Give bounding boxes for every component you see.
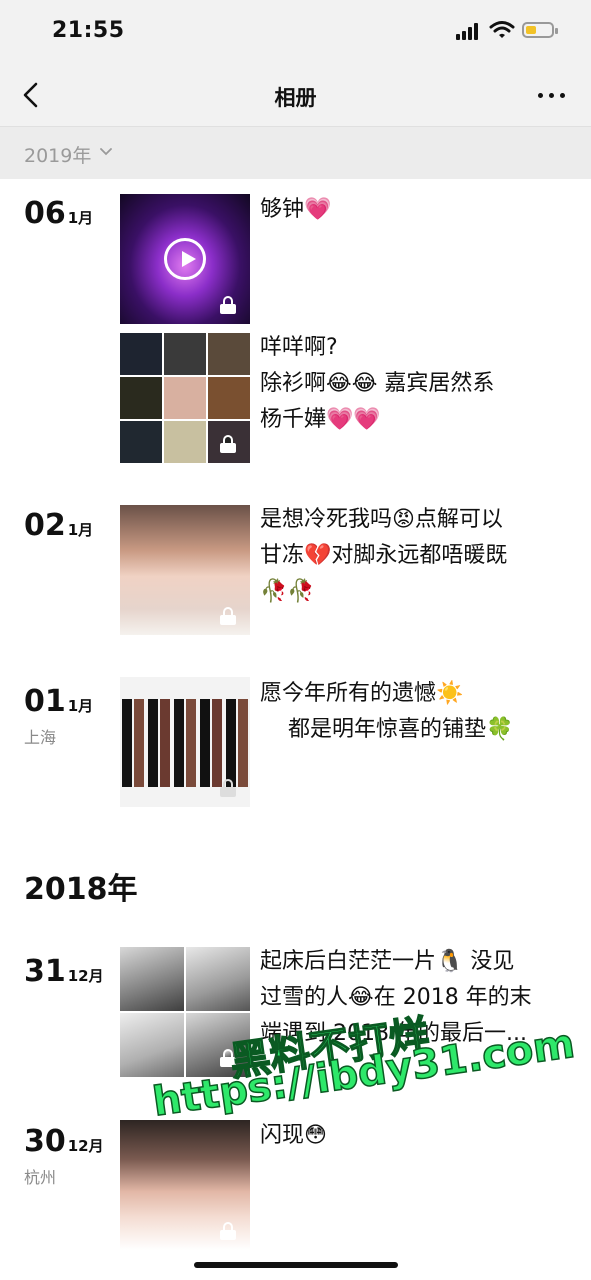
lock-icon <box>220 779 236 797</box>
status-time: 21:55 <box>52 18 125 43</box>
caption-line: 是想冷死我吗😡点解可以 <box>260 507 503 532</box>
date-month: 12月 <box>67 1137 104 1155</box>
home-indicator <box>194 1262 398 1268</box>
caption-line: 甘冻💔对脚永远都唔暖既 <box>260 543 508 568</box>
battery-icon <box>522 22 558 38</box>
post-location: 杭州 <box>24 1168 57 1187</box>
video-thumbnail[interactable] <box>120 194 250 324</box>
date-day: 06 <box>24 196 66 231</box>
chevron-down-icon[interactable] <box>100 147 112 157</box>
year-filter-label[interactable]: 2019年 <box>24 141 91 168</box>
date-month: 1月 <box>67 209 94 227</box>
lock-icon <box>220 296 236 314</box>
post-date: 02 1月 <box>24 508 93 543</box>
lock-icon <box>220 1222 236 1240</box>
photo-grid-thumbnail[interactable] <box>120 333 250 463</box>
year-filter[interactable]: 2019年 <box>0 126 591 179</box>
post-caption[interactable]: 闪现😳 <box>260 1118 560 1154</box>
nav-bar: 相册 <box>0 64 591 126</box>
date-day: 31 <box>24 954 66 989</box>
more-options-icon[interactable] <box>538 93 566 99</box>
date-day: 30 <box>24 1124 66 1159</box>
caption-line: 闪现😳 <box>260 1123 327 1148</box>
post-caption[interactable]: 是想冷死我吗😡点解可以 甘冻💔对脚永远都唔暖既 🥀🥀 <box>260 502 560 610</box>
signal-icon <box>456 22 482 40</box>
year-header: 2018年 <box>24 872 138 907</box>
date-month: 12月 <box>67 967 104 985</box>
caption-line: 杨千嬅💗💗 <box>260 407 381 432</box>
lock-icon <box>220 607 236 625</box>
post-date: 30 12月 <box>24 1124 104 1159</box>
caption-line: 咩咩啊? <box>260 335 338 360</box>
photo-thumbnail[interactable] <box>120 677 250 807</box>
photo-thumbnail[interactable] <box>120 505 250 635</box>
caption-line: 除衫啊😂😂 嘉宾居然系 <box>260 371 495 396</box>
post-location: 上海 <box>24 728 57 747</box>
caption-line: 够钟💗 <box>260 197 332 222</box>
post-date: 06 1月 <box>24 196 93 231</box>
date-month: 1月 <box>67 697 94 715</box>
post-date: 01 1月 <box>24 684 93 719</box>
caption-line: 起床后白茫茫一片🐧 没见 <box>260 949 515 974</box>
album-screen: 21:55 相册 2019年 06 1月 够钟💗 咩咩啊? 除衫啊😂😂 嘉宾居然… <box>0 0 591 1280</box>
photo-thumbnail[interactable] <box>120 1120 250 1250</box>
status-bar: 21:55 <box>0 0 591 64</box>
caption-line: 🥀🥀 <box>260 579 315 604</box>
post-caption[interactable]: 咩咩啊? 除衫啊😂😂 嘉宾居然系 杨千嬅💗💗 <box>260 330 560 438</box>
date-day: 02 <box>24 508 66 543</box>
lock-icon <box>220 435 236 453</box>
post-date: 31 12月 <box>24 954 104 989</box>
post-caption[interactable]: 够钟💗 <box>260 192 560 228</box>
date-month: 1月 <box>67 521 94 539</box>
caption-line: 愿今年所有的遗憾☀️ <box>260 681 464 706</box>
caption-line: 都是明年惊喜的铺垫🍀 <box>260 717 514 742</box>
date-day: 01 <box>24 684 66 719</box>
play-icon[interactable] <box>164 238 206 280</box>
page-title: 相册 <box>274 86 317 110</box>
post-caption[interactable]: 愿今年所有的遗憾☀️ 都是明年惊喜的铺垫🍀 <box>260 676 560 748</box>
wifi-icon <box>489 21 515 38</box>
